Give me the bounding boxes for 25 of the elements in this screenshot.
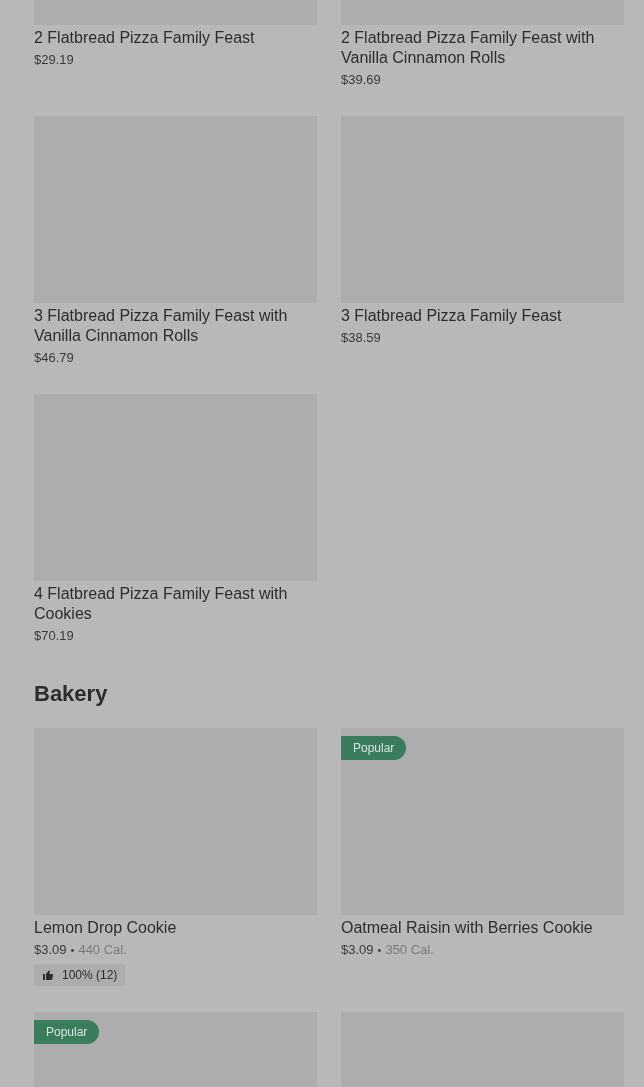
item-name[interactable]: 2 Flatbread Pizza Family Feast with Vanilla Cinnamon Rolls <box>341 28 624 68</box>
section-heading: Bakery <box>34 680 109 708</box>
item-price: $29.19 <box>34 51 74 69</box>
image-placeholder[interactable]: Popular <box>34 1012 317 1087</box>
item-price: $38.59 <box>341 329 381 347</box>
popular-tag: Popular <box>341 736 407 760</box>
item-name[interactable]: Oatmeal Raisin with Berries Cookie <box>341 918 624 938</box>
separator-dot: • <box>377 943 382 958</box>
item-name[interactable]: 4 Flatbread Pizza Family Feast with Cookies <box>34 584 317 624</box>
thumbs-up-icon <box>42 969 54 981</box>
item-price: $46.79 <box>34 349 74 367</box>
popular-tag: Popular <box>34 1020 100 1044</box>
item-name[interactable]: 3 Flatbread Pizza Family Feast <box>341 306 624 326</box>
item-calories: 440 Cal. <box>78 941 127 959</box>
item-price: $39.69 <box>341 71 381 89</box>
item-name[interactable]: 2 Flatbread Pizza Family Feast <box>34 28 317 48</box>
item-price: $3.09 <box>34 941 67 959</box>
item-price: $70.19 <box>34 627 74 645</box>
item-price: $3.09 <box>341 941 374 959</box>
rating-text: 100% (12) <box>62 967 118 984</box>
separator-dot: • <box>70 943 75 958</box>
image-placeholder[interactable]: Popular <box>341 728 624 915</box>
item-name[interactable]: 3 Flatbread Pizza Family Feast with Vanilla Cinnamon Rolls <box>34 306 317 346</box>
item-name[interactable]: Lemon Drop Cookie <box>34 918 317 938</box>
item-calories: 350 Cal. <box>385 941 434 959</box>
